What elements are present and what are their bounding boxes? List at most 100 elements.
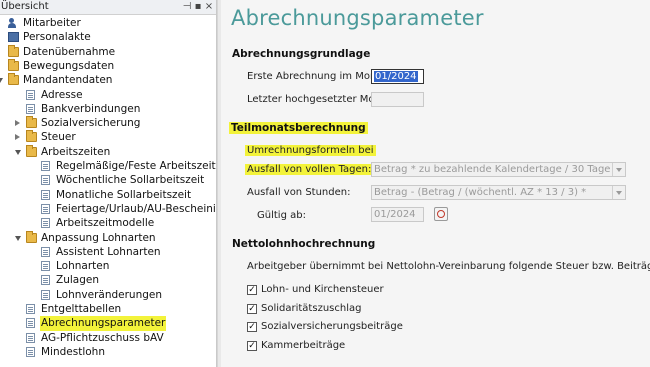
tree-item-label: AG-Pflichtzuschuss bAV [41,331,164,344]
page-icon [26,89,35,100]
page-icon [41,175,50,186]
tree-item[interactable]: Datenübernahme [0,44,216,60]
page-icon [41,189,50,200]
folder-icon [26,116,37,129]
page-icon [41,275,50,286]
tree-item-label: Steuer [41,131,76,144]
tree-item-label: Anpassung Lohnarten [41,231,156,244]
page-icon [26,346,35,357]
close-icon[interactable]: × [204,1,214,12]
gueltig-ab-label: Gültig ab: [257,210,306,221]
tree-item-label: Mindestlohn [41,345,105,358]
page-icon [26,103,35,114]
tree-item[interactable]: Bankverbindungen [0,102,216,117]
navigation-panel: Übersicht ⊣ ▪ × Mitarbeiter Personalakte D… [0,0,217,367]
gueltig-ab-input[interactable]: 01/2024 [371,207,424,222]
tree-item[interactable]: Sozialversicherung [0,116,216,131]
tree-item[interactable]: Regelmäßige/Feste Arbeitszeiten [0,159,216,174]
netto-checkbox[interactable]: ✓ [247,285,257,295]
section-heading-grundlage: Abrechnungsgrundlage [232,48,371,60]
ausfall-tage-value: Betrag * zu bezahlende Kalendertage / 30… [374,164,611,175]
tree-item[interactable]: Lohnveränderungen [0,288,216,303]
grid-icon [8,32,19,43]
folder-icon [26,144,37,157]
tree-item[interactable]: Assistent Lohnarten [0,245,216,260]
netto-description: Arbeitgeber übernimmt bei Nettolohn-Vere… [247,261,650,272]
folder-icon [26,130,37,143]
tree-item-label: Mandantendaten [23,74,113,87]
netto-checkbox-label: Kammerbeiträge [261,339,346,351]
netto-checkbox-label: Sozialversicherungsbeiträge [261,321,403,332]
tree-item[interactable]: Adresse [0,88,216,103]
tree-item[interactable]: Arbeitszeiten [0,144,216,160]
folder-icon [26,230,37,243]
content-area: Abrechnungsparameter Abrechnungsgrundlag… [221,0,650,367]
tree-item-label: Arbeitszeitmodelle [56,217,155,230]
tree-item[interactable]: Mindestlohn [0,345,216,360]
tree-item-label: Mitarbeiter [23,17,81,29]
tree-item[interactable]: Wöchentliche Sollarbeitszeit [0,173,216,188]
folder-icon [8,58,19,71]
collapse-toggle-icon[interactable] [15,235,21,241]
panel-title: Übersicht [1,1,49,12]
ausfall-tage-select[interactable]: Betrag * zu bezahlende Kalendertage / 30… [371,162,626,177]
page-icon [41,246,50,257]
tree-item-label: Wöchentliche Sollarbeitszeit [56,174,205,187]
erste-abrechnung-label: Erste Abrechnung im Monat: [247,71,390,82]
tree-item[interactable]: Steuer [0,130,216,145]
tree-item[interactable]: AG-Pflichtzuschuss bAV [0,331,216,346]
expand-toggle-icon[interactable] [15,134,20,141]
chevron-down-icon[interactable] [612,163,625,176]
tree-item-label: Sozialversicherung [41,117,141,130]
people-icon [8,18,19,28]
umrechnung-subheading: Umrechnungsformeln bei [245,145,376,156]
section-heading-teilmonat: Teilmonatsberechnung [229,122,368,134]
chevron-down-icon[interactable] [612,186,625,199]
page-icon [26,318,35,329]
tree-item-label: Adresse [41,88,83,101]
page-icon [41,289,50,300]
netto-checkbox[interactable]: ✓ [247,340,257,351]
letzter-monat-input[interactable] [371,92,424,107]
netto-checkbox-label: Lohn- und Kirchensteuer [261,284,384,295]
dock-icon[interactable]: ▪ [193,1,203,12]
page-title: Abrechnungsparameter [231,6,484,30]
netto-checkbox[interactable]: ✓ [247,322,257,332]
tree-item-label: Abrechnungsparameter [40,316,167,332]
collapse-toggle-icon[interactable] [15,149,21,155]
ausfall-stunden-select[interactable]: Betrag - (Betrag / (wöchentl. AZ * 13 / … [371,185,626,200]
netto-checkbox[interactable]: ✓ [247,303,257,314]
tree-item-label: Entgelttabellen [41,303,122,315]
expand-toggle-icon[interactable] [15,120,20,127]
tree-item-label: Feiertage/Urlaub/AU-Bescheinigung [56,202,216,215]
calendar-picker-icon[interactable] [434,207,448,221]
tree-item-label: Zulagen [56,274,99,287]
page-icon [41,161,50,171]
tree-item[interactable]: Lohnarten [0,259,216,274]
tree-item-label: Arbeitszeiten [41,145,111,158]
tree-item[interactable]: Entgelttabellen [0,302,216,317]
tree-item[interactable]: Monatliche Sollarbeitszeit [0,188,216,203]
tree-item[interactable]: Arbeitszeitmodelle [0,216,216,231]
tree-item-label: Datenübernahme [23,45,116,58]
tree-item[interactable]: Bewegungsdaten [0,58,216,74]
folder-icon [8,44,19,57]
section-heading-netto: Nettolohnhochrechnung [232,238,376,250]
pin-icon[interactable]: ⊣ [182,1,192,12]
tree-item[interactable]: Zulagen [0,273,216,288]
page-icon [41,261,50,272]
tree-item[interactable]: Mitarbeiter [0,16,216,31]
tree-item[interactable]: Anpassung Lohnarten [0,230,216,246]
erste-abrechnung-input[interactable]: 01/2024 [371,69,424,84]
page-icon [26,304,35,314]
ausfall-stunden-label: Ausfall von Stunden: [247,187,351,198]
tree-item-label: Lohnarten [56,260,110,273]
collapse-toggle-icon[interactable] [0,78,3,84]
netto-checkbox-label: Solidaritätszuschlag [261,302,362,314]
ausfall-tage-label: Ausfall von vollen Tagen: [245,164,374,175]
tree-item[interactable]: Mandantendaten [0,73,216,88]
tree-item[interactable]: Feiertage/Urlaub/AU-Bescheinigung [0,202,216,217]
tree-item[interactable]: Abrechnungsparameter [0,316,216,332]
tree-item[interactable]: Personalakte [0,30,216,45]
page-icon [26,332,35,343]
